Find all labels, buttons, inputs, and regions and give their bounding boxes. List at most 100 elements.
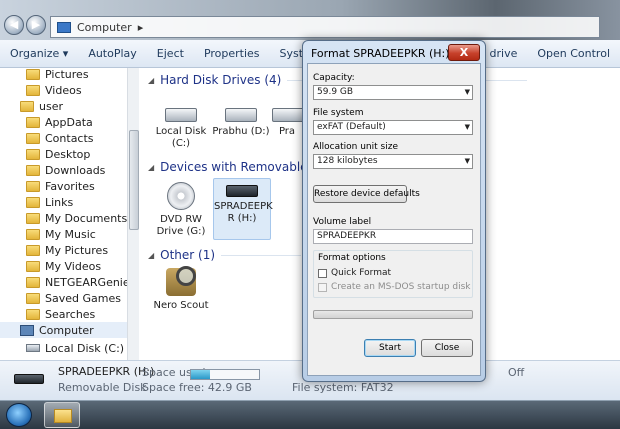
allocation-unit-label: Allocation unit size: [313, 142, 398, 152]
properties-button[interactable]: Properties: [194, 47, 270, 60]
folder-icon: [26, 260, 40, 272]
close-button[interactable]: Close: [421, 339, 473, 357]
folder-icon: [54, 409, 72, 423]
drive-dvd-rw-g[interactable]: DVD RW Drive (G:): [152, 180, 210, 238]
quick-format-checkbox[interactable]: Quick Format: [318, 268, 391, 278]
sidebar-item-contacts[interactable]: Contacts: [26, 130, 94, 146]
forward-icon[interactable]: ▶: [26, 15, 46, 35]
volume-label-label: Volume label: [313, 217, 372, 227]
usb-drive-icon: [226, 185, 258, 197]
organize-button[interactable]: Organize ▾: [0, 47, 78, 60]
details-space-free: Space free: 42.9 GB: [142, 381, 252, 394]
quick-format-label: Quick Format: [331, 268, 392, 278]
back-icon[interactable]: ◀: [4, 15, 24, 35]
address-bar[interactable]: Computer ▸: [50, 16, 600, 38]
sidebar-item-my-documents[interactable]: My Documents: [26, 210, 127, 226]
capacity-select[interactable]: 59.9 GB ▼: [313, 85, 473, 100]
sidebar-item-label: Links: [45, 195, 74, 209]
sidebar-item-label: My Videos: [45, 259, 102, 273]
capacity-value: 59.9 GB: [317, 87, 354, 97]
dvd-drive-icon: [167, 182, 195, 210]
space-used-fill: [191, 370, 211, 379]
sidebar-item-user[interactable]: user: [20, 98, 63, 114]
group-other[interactable]: ◢ Other (1): [148, 247, 302, 263]
scrollbar-thumb[interactable]: [129, 130, 139, 230]
folder-icon: [26, 180, 40, 192]
file-system-value: exFAT (Default): [317, 122, 386, 132]
folder-icon: [26, 212, 40, 224]
details-file-system: File system: FAT32: [292, 381, 394, 394]
taskbar-explorer-button[interactable]: [44, 402, 80, 428]
folder-icon: [26, 292, 40, 304]
checkbox-box: [318, 282, 327, 292]
sidebar-item-label: My Music: [45, 227, 96, 241]
sidebar-item-links[interactable]: Links: [26, 194, 73, 210]
drive-label: Pra: [278, 126, 296, 137]
sidebar-item-favorites[interactable]: Favorites: [26, 178, 95, 194]
checkbox-box[interactable]: [318, 268, 327, 278]
sidebar-item-local-disk-c[interactable]: Local Disk (C:): [26, 340, 124, 356]
details-name: SPRADEEPKR (H:): [58, 365, 155, 378]
volume-label-input[interactable]: SPRADEEPKR: [313, 229, 473, 244]
drive-prabhu-d[interactable]: Prabhu (D:): [212, 104, 270, 138]
file-system-label: File system: [313, 108, 364, 118]
sidebar-item-my-pictures[interactable]: My Pictures: [26, 242, 108, 258]
collapse-icon[interactable]: ◢: [148, 76, 154, 85]
details-type: Removable Disk: [58, 381, 147, 394]
sidebar-item-desktop[interactable]: Desktop: [26, 146, 90, 162]
sidebar-item-label: Downloads: [45, 163, 106, 177]
eject-button[interactable]: Eject: [147, 47, 194, 60]
allocation-unit-select[interactable]: 128 kilobytes ▼: [313, 154, 473, 169]
item-nero-scout[interactable]: Nero Scout: [152, 266, 210, 312]
sidebar-item-appdata[interactable]: AppData: [26, 114, 93, 130]
sidebar-item-saved-games[interactable]: Saved Games: [26, 290, 121, 306]
sidebar-item-my-music[interactable]: My Music: [26, 226, 96, 242]
folder-icon: [26, 196, 40, 208]
collapse-icon[interactable]: ◢: [148, 163, 154, 172]
folder-icon: [26, 244, 40, 256]
restore-defaults-button[interactable]: Restore device defaults: [313, 185, 420, 203]
capacity-label: Capacity:: [313, 73, 355, 83]
sidebar-item-label: Computer: [39, 323, 94, 337]
drive-label: Local Disk (C:): [155, 126, 207, 149]
folder-icon: [26, 132, 40, 144]
drive-label: SPRADEEPK R (H:): [214, 201, 273, 224]
sidebar-item-pictures[interactable]: Pictures: [26, 66, 89, 82]
disk-icon: [26, 344, 40, 352]
folder-icon: [26, 164, 40, 176]
autoplay-button[interactable]: AutoPlay: [78, 47, 146, 60]
sidebar-item-label: My Pictures: [45, 243, 109, 257]
hard-drive-icon: [272, 108, 302, 122]
sidebar-item-my-videos[interactable]: My Videos: [26, 258, 101, 274]
sidebar-item-label: Pictures: [45, 67, 89, 81]
sidebar-item-computer[interactable]: Computer: [0, 322, 127, 338]
sidebar-item-label: Contacts: [45, 131, 94, 145]
drive-partial[interactable]: Pra: [272, 104, 302, 138]
hard-drive-icon: [225, 108, 257, 122]
sidebar-scrollbar[interactable]: [127, 68, 139, 360]
sidebar-item-label: user: [39, 99, 63, 113]
computer-icon: [57, 21, 71, 33]
sidebar-item-netgeargenie[interactable]: NETGEARGenie: [26, 274, 130, 290]
open-control-panel-button[interactable]: Open Control: [527, 47, 620, 60]
taskbar: [0, 400, 620, 429]
sidebar-item-searches[interactable]: Searches: [26, 306, 95, 322]
breadcrumb-chevron-icon[interactable]: ▸: [138, 21, 144, 34]
msdos-startup-label: Create an MS-DOS startup disk: [331, 282, 471, 292]
folder-icon: [26, 148, 40, 160]
sidebar-item-videos[interactable]: Videos: [26, 82, 82, 98]
drive-local-disk-c[interactable]: Local Disk (C:): [152, 104, 210, 150]
sidebar-item-label: NETGEARGenie: [45, 275, 130, 289]
group-title: Other (1): [160, 248, 216, 262]
collapse-icon[interactable]: ◢: [148, 251, 154, 260]
computer-icon: [20, 324, 34, 336]
sidebar-item-downloads[interactable]: Downloads: [26, 162, 105, 178]
start-button[interactable]: [6, 403, 32, 427]
start-button[interactable]: Start: [364, 339, 416, 357]
format-progress-bar: [313, 310, 473, 319]
file-system-select[interactable]: exFAT (Default) ▼: [313, 120, 473, 135]
drive-spradeepkr-h[interactable]: SPRADEEPK R (H:): [213, 178, 273, 240]
folder-icon: [26, 276, 40, 288]
sidebar-item-label: Videos: [45, 83, 82, 97]
dialog-close-button[interactable]: X: [448, 44, 480, 61]
